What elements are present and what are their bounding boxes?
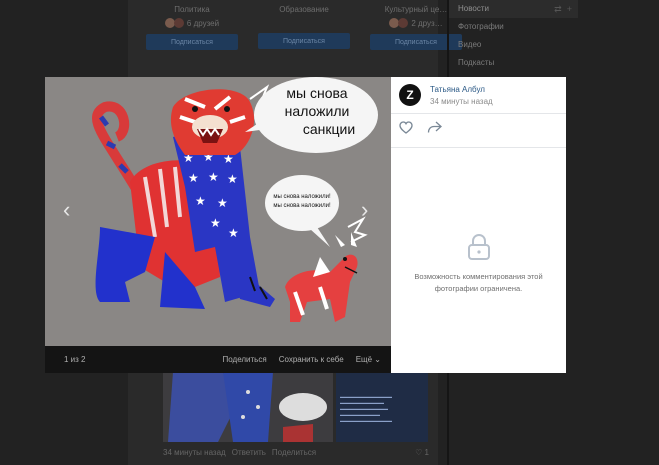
share-link[interactable]: Поделиться — [272, 448, 316, 457]
next-photo-arrow-icon[interactable]: › — [361, 199, 368, 221]
author-name-link[interactable]: Татьяна Албул — [430, 85, 493, 94]
svg-text:★: ★ — [188, 171, 199, 185]
group-card: Политика 6 друзей Подписаться — [140, 0, 244, 60]
chevron-down-icon: ⌄ — [374, 355, 381, 364]
friends-count: 6 друзей — [186, 18, 220, 28]
svg-text:★: ★ — [208, 170, 219, 184]
heart-icon: ♡ — [415, 448, 423, 457]
sidebar-item-podcasts[interactable]: Подкасты — [448, 54, 578, 72]
comments-restricted-notice: Возможность комментирования этой фотогра… — [414, 272, 543, 293]
sidebar-item-photos[interactable]: Фотографии — [448, 18, 578, 36]
reply-link[interactable]: Ответить — [232, 448, 266, 457]
group-card: Образование Подписаться — [252, 0, 356, 60]
photo-info-pane: Z Татьяна Албул 34 минуты назад Возможно… — [391, 77, 566, 373]
avatar[interactable]: Z — [399, 84, 421, 106]
post-time[interactable]: 34 минуты назад — [163, 448, 226, 457]
group-category: Политика — [174, 5, 210, 14]
post-image[interactable] — [163, 372, 333, 442]
post-image-text: ▬▬▬▬▬▬▬▬▬▬▬▬▬ ▬▬▬▬▬▬▬▬▬▬▬ ▬▬▬▬▬▬▬▬▬▬▬▬ ▬▬▬▬… — [340, 394, 392, 423]
post-meta: 34 минуты назад Ответить Поделиться ♡ 1 — [163, 448, 429, 457]
group-category: Образование — [279, 5, 329, 14]
post-images: ▬▬▬▬▬▬▬▬▬▬▬▬▬ ▬▬▬▬▬▬▬▬▬▬▬ ▬▬▬▬▬▬▬▬▬▬▬▬ ▬▬▬▬… — [163, 372, 429, 442]
like-button[interactable]: ♡ 1 — [415, 448, 429, 457]
post-image[interactable]: ▬▬▬▬▬▬▬▬▬▬▬▬▬ ▬▬▬▬▬▬▬▬▬▬▬ ▬▬▬▬▬▬▬▬▬▬▬▬ ▬▬▬▬… — [336, 372, 428, 442]
feed-post: ▬▬▬▬▬▬▬▬▬▬▬▬▬ ▬▬▬▬▬▬▬▬▬▬▬ ▬▬▬▬▬▬▬▬▬▬▬▬ ▬▬▬▬… — [163, 372, 429, 457]
sidebar-item-video[interactable]: Видео — [448, 36, 578, 54]
add-icon[interactable]: + — [567, 4, 572, 14]
photo-footer: 1 из 2 Поделиться Сохранить к себе Ещё ⌄ — [45, 346, 391, 373]
subscribe-button[interactable]: Подписаться — [258, 33, 350, 49]
svg-text:★: ★ — [210, 216, 221, 230]
avatar — [173, 18, 184, 28]
save-photo-button[interactable]: Сохранить к себе — [279, 355, 344, 364]
speech-bubble-small: мы снова наложили! мы снова наложили! — [263, 193, 341, 211]
group-friends — [252, 18, 356, 27]
cartoon-thumbnail — [163, 372, 333, 442]
bubble-line: наложили — [284, 103, 350, 119]
photo-counter: 1 из 2 — [64, 355, 86, 364]
like-count: 1 — [424, 448, 429, 457]
like-button[interactable] — [399, 121, 413, 134]
photo-viewer: ★★★ ★★★ ★★ ★★ ★ — [45, 77, 566, 373]
bubble-line: мы снова — [286, 85, 348, 101]
svg-text:★: ★ — [195, 194, 206, 208]
heart-icon — [399, 121, 413, 134]
author-text: Татьяна Албул 34 минуты назад — [430, 85, 493, 106]
filter-icon[interactable]: ⇄ — [554, 4, 562, 14]
bubble-line: санкции — [302, 121, 356, 137]
photo-actions: Поделиться Сохранить к себе Ещё ⌄ — [223, 355, 382, 364]
photo[interactable]: ★★★ ★★★ ★★ ★★ ★ — [45, 77, 391, 346]
more-label: Ещё — [355, 355, 373, 364]
divider — [391, 147, 566, 148]
friends-count: 2 друз… — [411, 18, 443, 28]
author-block: Z Татьяна Албул 34 минуты назад — [399, 84, 493, 106]
subscribe-button[interactable]: Подписаться — [146, 34, 238, 50]
sidebar-tools: ⇄ + — [554, 4, 572, 15]
speech-bubble-large: мы снова наложили санкции — [267, 84, 367, 138]
svg-text:★: ★ — [217, 196, 228, 210]
bubble-line: мы снова наложили! — [273, 194, 331, 200]
divider — [391, 113, 566, 114]
post-time[interactable]: 34 минуты назад — [430, 97, 493, 106]
photo-pane: ★★★ ★★★ ★★ ★★ ★ — [45, 77, 391, 373]
photo-reactions — [399, 121, 442, 134]
avatar — [398, 18, 409, 28]
group-friends: 6 друзей — [140, 18, 244, 28]
bubble-line: мы снова наложили! — [273, 203, 331, 209]
more-button[interactable]: Ещё ⌄ — [356, 355, 381, 364]
prev-photo-arrow-icon[interactable]: ‹ — [63, 199, 70, 221]
share-arrow-icon — [427, 121, 442, 133]
lock-icon — [467, 233, 491, 263]
svg-text:★: ★ — [227, 172, 238, 186]
right-sidebar: ⇄ + Новости Фотографии Видео Подкасты — [447, 0, 578, 465]
share-photo-button[interactable]: Поделиться — [223, 355, 267, 364]
share-button[interactable] — [427, 121, 442, 134]
svg-text:★: ★ — [228, 226, 239, 240]
